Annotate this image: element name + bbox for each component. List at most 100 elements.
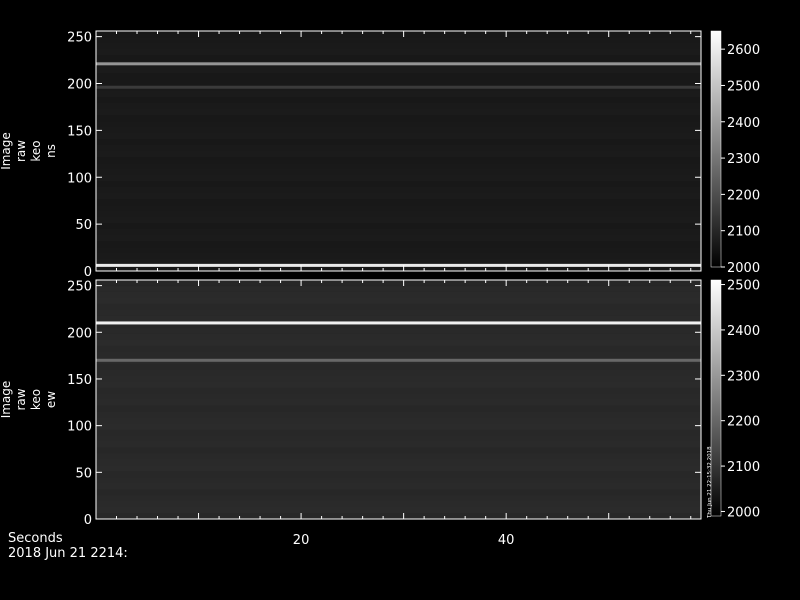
colorbar-tick-label: 2000 [727, 261, 760, 276]
bright-row [96, 263, 701, 267]
heatmap-band [96, 133, 701, 140]
heatmap-band [96, 280, 701, 287]
footer-stamp: Thu Jun 21 22:15:32 2018 [707, 446, 713, 519]
heatmap-band [96, 139, 701, 146]
heatmap-band [96, 441, 701, 448]
heatmap-band [96, 157, 701, 164]
colorbar-tick-label: 2200 [727, 415, 760, 430]
heatmap-band [96, 303, 701, 311]
y-tick-label: 200 [67, 78, 92, 93]
ns-keogram-panel: 0 50 100 150 200 250 Image raw keo ns 2000 2100 2200… [0, 30, 760, 280]
heatmap-band [96, 91, 701, 98]
heatmap-band [96, 211, 701, 218]
y-axis-label-word: ew [44, 391, 58, 408]
heatmap-band [96, 447, 701, 454]
x-tick-label: 40 [498, 533, 515, 548]
heatmap-band [96, 37, 701, 44]
colorbar-tick-label: 2600 [727, 43, 760, 58]
heatmap-band [96, 501, 701, 508]
heatmap-band [96, 151, 701, 158]
y-tick-label: 150 [67, 373, 92, 388]
heatmap-band [96, 459, 701, 466]
bright-row [96, 62, 701, 66]
colorbar-tick-label: 2300 [727, 152, 760, 167]
y-axis-label-word: raw [14, 388, 28, 410]
heatmap-band [96, 471, 701, 478]
heatmap-band [96, 181, 701, 188]
heatmap-band [96, 223, 701, 230]
heatmap-band [96, 285, 701, 293]
heatmap-band [96, 43, 701, 50]
ew-keogram-panel: 0 50 100 150 200 250 20 40 Image raw keo ew 2000 2100… [0, 279, 760, 548]
heatmap-band [96, 55, 701, 62]
y-axis-label-word: Image [0, 132, 13, 170]
heatmap-band [96, 253, 701, 260]
heatmap-band [96, 375, 701, 383]
heatmap-band [96, 327, 701, 335]
heatmap-band [96, 291, 701, 299]
heatmap-band [96, 145, 701, 152]
heatmap-band [96, 79, 701, 86]
heatmap-band [96, 199, 701, 206]
bright-row [96, 358, 701, 362]
heatmap-band [96, 333, 701, 341]
bright-row [96, 85, 701, 89]
heatmap-band [96, 205, 701, 212]
heatmap-band [96, 495, 701, 502]
heatmap-band [96, 169, 701, 176]
colorbar-tick-label: 2200 [727, 188, 760, 203]
heatmap-band [96, 381, 701, 389]
heatmap-band [96, 163, 701, 170]
y-axis-label-word: raw [14, 140, 28, 162]
y-axis-label-word: ns [44, 144, 58, 158]
heatmap-band [96, 507, 701, 514]
colorbar-tick-label: 2300 [727, 369, 760, 384]
heatmap-band [96, 49, 701, 56]
heatmap-band [96, 405, 701, 412]
heatmap-band [96, 435, 701, 442]
heatmap-band [96, 67, 701, 74]
heatmap-band [96, 477, 701, 484]
heatmap-band [96, 465, 701, 472]
y-axis-label-word: Image [0, 381, 13, 419]
colorbar-tick-label: 2400 [727, 324, 760, 339]
heatmap-band [96, 411, 701, 418]
heatmap-band [96, 417, 701, 424]
heatmap-band [96, 109, 701, 116]
heatmap-band [96, 115, 701, 122]
heatmap-band [96, 297, 701, 305]
y-tick-label: 250 [67, 31, 92, 46]
date-label: 2018 Jun 21 2214: [8, 546, 128, 561]
heatmap-band [96, 351, 701, 359]
heatmap-band [96, 187, 701, 194]
y-axis-label-word: keo [29, 140, 43, 161]
heatmap-band [96, 235, 701, 242]
y-tick-label: 200 [67, 326, 92, 341]
y-tick-label: 50 [75, 218, 92, 233]
heatmap-band [96, 399, 701, 406]
y-tick-label: 0 [84, 513, 92, 528]
y-tick-label: 100 [67, 420, 92, 435]
x-tick-label: 20 [293, 533, 310, 548]
colorbar [710, 30, 722, 268]
heatmap-band [96, 345, 701, 353]
heatmap-band [96, 73, 701, 80]
colorbar-tick-label: 2400 [727, 116, 760, 131]
heatmap-band [96, 315, 701, 323]
y-tick-label: 250 [67, 280, 92, 295]
heatmap-band [96, 241, 701, 248]
colorbar-tick-label: 2100 [727, 460, 760, 475]
heatmap-band [96, 175, 701, 182]
heatmap-band [96, 489, 701, 496]
y-axis-label-word: keo [29, 389, 43, 410]
bright-row [96, 321, 701, 325]
heatmap-band [96, 369, 701, 377]
colorbar-tick-label: 2500 [727, 79, 760, 94]
heatmap-band [96, 127, 701, 134]
colorbar-tick-label: 2100 [727, 225, 760, 240]
heatmap-band [96, 229, 701, 236]
heatmap-band [96, 121, 701, 128]
heatmap-band [96, 387, 701, 395]
colorbar-tick-label: 2500 [727, 279, 760, 294]
y-tick-label: 50 [75, 466, 92, 481]
